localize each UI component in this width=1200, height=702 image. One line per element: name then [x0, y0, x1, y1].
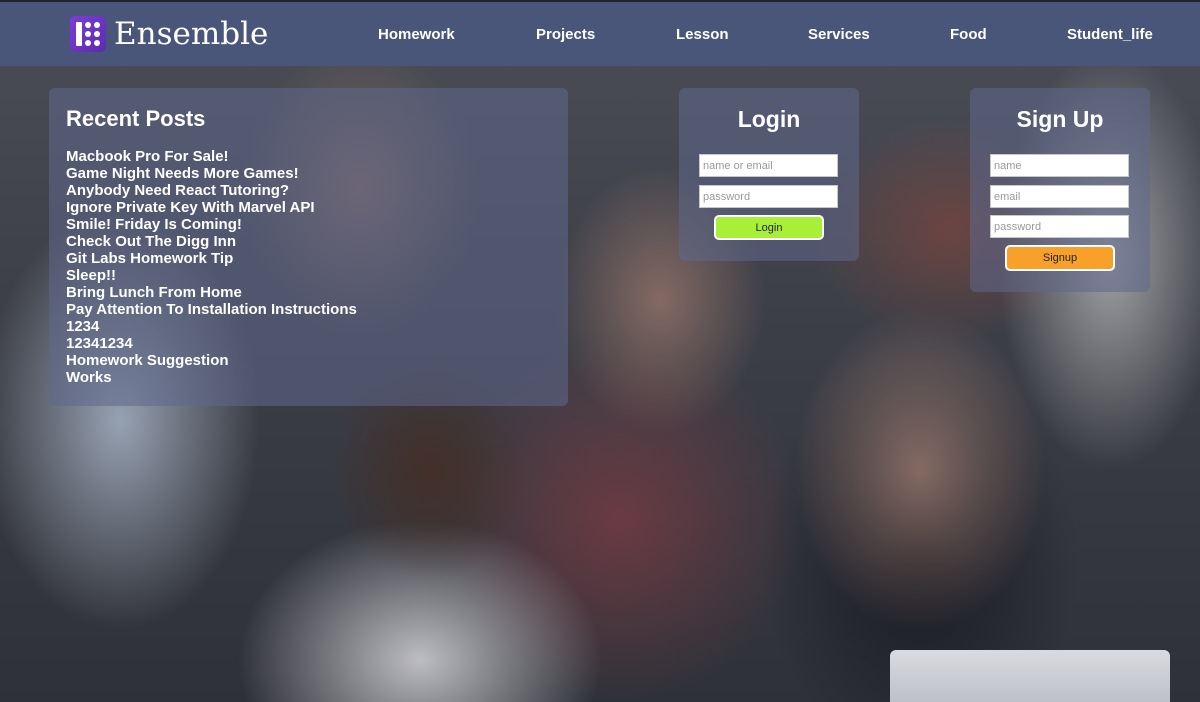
signup-panel: Sign Up Signup — [970, 88, 1150, 292]
signup-password-input[interactable] — [990, 215, 1129, 238]
recent-posts-panel: Recent Posts Macbook Pro For Sale! Game … — [49, 88, 568, 406]
laptop-image — [890, 650, 1170, 702]
signup-email-input[interactable] — [990, 185, 1129, 208]
post-item[interactable]: Game Night Needs More Games! — [66, 165, 551, 182]
post-item[interactable]: Anybody Need React Tutoring? — [66, 182, 551, 199]
nav-link-services[interactable]: Services — [808, 26, 870, 43]
post-item[interactable]: Pay Attention To Installation Instructio… — [66, 301, 551, 318]
brand-name: Ensemble — [114, 16, 269, 52]
post-item[interactable]: Check Out The Digg Inn — [66, 233, 551, 250]
nav-link-food[interactable]: Food — [950, 26, 987, 43]
post-item[interactable]: Smile! Friday Is Coming! — [66, 216, 551, 233]
nav-link-student-life[interactable]: Student_life — [1067, 26, 1153, 43]
top-navbar: Ensemble Homework Projects Lesson Servic… — [0, 0, 1200, 66]
login-title: Login — [737, 106, 801, 132]
login-password-input[interactable] — [699, 185, 838, 208]
post-item[interactable]: Git Labs Homework Tip — [66, 250, 551, 267]
recent-posts-list: Macbook Pro For Sale! Game Night Needs M… — [66, 148, 551, 386]
ensemble-logo-icon — [70, 16, 106, 52]
post-item[interactable]: 1234 — [66, 318, 551, 335]
nav-link-lesson[interactable]: Lesson — [676, 26, 729, 43]
post-item[interactable]: Macbook Pro For Sale! — [66, 148, 551, 165]
nav-link-projects[interactable]: Projects — [536, 26, 595, 43]
signup-title: Sign Up — [1016, 106, 1104, 132]
post-item[interactable]: Homework Suggestion — [66, 352, 551, 369]
nav-link-homework[interactable]: Homework — [378, 26, 455, 43]
post-item[interactable]: Ignore Private Key With Marvel API — [66, 199, 551, 216]
signup-button[interactable]: Signup — [1005, 245, 1115, 271]
login-panel: Login Login — [679, 88, 859, 261]
post-item[interactable]: 12341234 — [66, 335, 551, 352]
login-username-input[interactable] — [699, 154, 838, 177]
post-item[interactable]: Bring Lunch From Home — [66, 284, 551, 301]
login-button[interactable]: Login — [714, 215, 824, 240]
post-item[interactable]: Works — [66, 369, 551, 386]
brand-logo[interactable]: Ensemble — [70, 14, 268, 54]
recent-posts-title: Recent Posts — [66, 106, 206, 131]
post-item[interactable]: Sleep!! — [66, 267, 551, 284]
signup-name-input[interactable] — [990, 154, 1129, 177]
